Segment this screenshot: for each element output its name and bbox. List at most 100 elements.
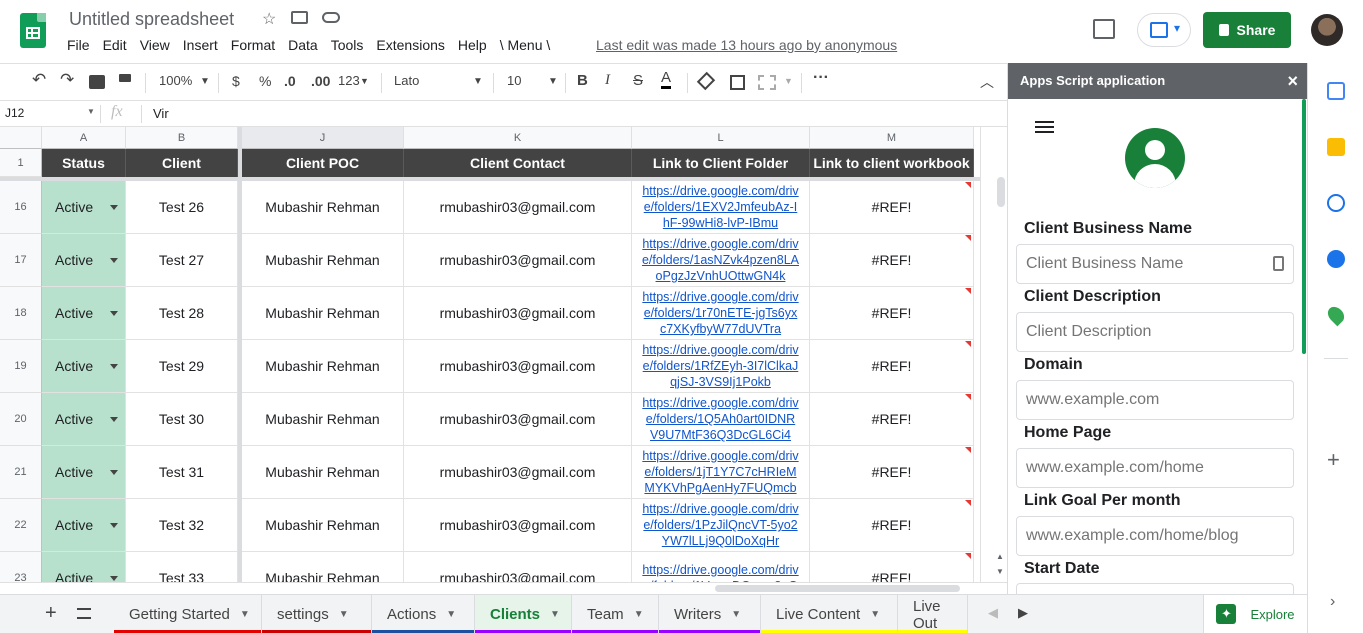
- tasks-icon[interactable]: [1327, 194, 1345, 212]
- error-indicator-icon[interactable]: [965, 288, 971, 294]
- font-family-select[interactable]: Lato: [394, 73, 419, 88]
- contacts-icon[interactable]: [1327, 250, 1345, 268]
- error-indicator-icon[interactable]: [965, 394, 971, 400]
- comment-history-icon[interactable]: [1093, 19, 1115, 39]
- domain-input[interactable]: [1016, 380, 1294, 420]
- chevron-down-icon[interactable]: ▼: [784, 76, 793, 86]
- vertical-scrollbar[interactable]: ▲ ▼: [980, 127, 1007, 582]
- decrease-decimal-button[interactable]: .0: [284, 73, 296, 89]
- client-workbook-cell[interactable]: #REF!: [810, 446, 974, 499]
- menu-data[interactable]: Data: [288, 37, 318, 53]
- row-header[interactable]: 1: [0, 149, 42, 177]
- error-indicator-icon[interactable]: [965, 447, 971, 453]
- sheets-logo-icon[interactable]: [20, 13, 46, 48]
- column-header-m[interactable]: M: [810, 127, 974, 149]
- status-cell[interactable]: Active: [42, 393, 126, 446]
- client-cell[interactable]: Test 26: [126, 181, 238, 234]
- scroll-up-icon[interactable]: ▲: [996, 552, 1004, 561]
- fill-color-icon[interactable]: [696, 71, 716, 91]
- more-formats-button[interactable]: 123: [338, 73, 360, 88]
- client-business-name-input[interactable]: [1016, 244, 1294, 284]
- row-header[interactable]: 17: [0, 234, 42, 287]
- sheet-tab[interactable]: Team ▼: [572, 595, 659, 633]
- dropdown-arrow-icon[interactable]: [110, 364, 118, 369]
- chevron-down-icon[interactable]: ▼: [200, 76, 210, 87]
- header-link-client-workbook[interactable]: Link to client workbook: [810, 149, 974, 177]
- paint-format-icon[interactable]: [119, 74, 131, 82]
- header-client-poc[interactable]: Client POC: [242, 149, 404, 177]
- client-contact-cell[interactable]: rmubashir03@gmail.com: [404, 287, 632, 340]
- add-sheet-icon[interactable]: +: [45, 602, 57, 625]
- chevron-down-icon[interactable]: ▼: [473, 76, 483, 87]
- menu-help[interactable]: Help: [458, 37, 487, 53]
- header-client-contact[interactable]: Client Contact: [404, 149, 632, 177]
- client-contact-cell[interactable]: rmubashir03@gmail.com: [404, 393, 632, 446]
- chevron-down-icon[interactable]: ▼: [550, 609, 560, 620]
- sidebar-scrollbar[interactable]: [1302, 99, 1306, 354]
- keep-icon[interactable]: [1327, 138, 1345, 156]
- error-indicator-icon[interactable]: [965, 235, 971, 241]
- row-header[interactable]: 23: [0, 552, 42, 582]
- client-cell[interactable]: Test 29: [126, 340, 238, 393]
- account-avatar[interactable]: [1311, 14, 1343, 46]
- menu-format[interactable]: Format: [231, 37, 275, 53]
- name-box[interactable]: J12: [5, 106, 24, 120]
- dropdown-arrow-icon[interactable]: [110, 311, 118, 316]
- sheet-tab[interactable]: Live Out: [898, 595, 968, 633]
- borders-icon[interactable]: [730, 75, 745, 90]
- select-all-corner[interactable]: [0, 127, 42, 149]
- redo-icon[interactable]: ↷: [60, 70, 74, 90]
- client-poc-cell[interactable]: Mubashir Rehman: [242, 393, 404, 446]
- client-workbook-cell[interactable]: #REF!: [810, 340, 974, 393]
- client-poc-cell[interactable]: Mubashir Rehman: [242, 499, 404, 552]
- row-header[interactable]: 22: [0, 499, 42, 552]
- header-client[interactable]: Client: [126, 149, 238, 177]
- chevron-down-icon[interactable]: ▼: [339, 609, 349, 620]
- zoom-select[interactable]: 100%: [159, 73, 192, 88]
- status-cell[interactable]: Active: [42, 446, 126, 499]
- error-indicator-icon[interactable]: [965, 341, 971, 347]
- spreadsheet-grid[interactable]: A B J K L M 1 Status Client Client POC C…: [0, 127, 980, 582]
- client-folder-link[interactable]: https://drive.google.com/driv e/folders/…: [632, 552, 810, 582]
- client-workbook-cell[interactable]: #REF!: [810, 287, 974, 340]
- chevron-down-icon[interactable]: ▼: [360, 76, 369, 86]
- client-contact-cell[interactable]: rmubashir03@gmail.com: [404, 499, 632, 552]
- chevron-down-icon[interactable]: ▼: [87, 107, 95, 116]
- menu-file[interactable]: File: [67, 37, 90, 53]
- error-indicator-icon[interactable]: [965, 182, 971, 188]
- calendar-icon[interactable]: [1327, 82, 1345, 100]
- menu-custom[interactable]: \ Menu \: [500, 37, 551, 53]
- chevron-down-icon[interactable]: ▼: [634, 609, 644, 620]
- frozen-column-divider[interactable]: [238, 127, 242, 582]
- client-description-input[interactable]: [1016, 312, 1294, 352]
- client-cell[interactable]: Test 30: [126, 393, 238, 446]
- client-poc-cell[interactable]: Mubashir Rehman: [242, 446, 404, 499]
- client-contact-cell[interactable]: rmubashir03@gmail.com: [404, 446, 632, 499]
- client-cell[interactable]: Test 33: [126, 552, 238, 582]
- client-contact-cell[interactable]: rmubashir03@gmail.com: [404, 552, 632, 582]
- column-header-k[interactable]: K: [404, 127, 632, 149]
- status-cell[interactable]: Active: [42, 181, 126, 234]
- all-sheets-icon[interactable]: [77, 608, 91, 619]
- hamburger-menu-icon[interactable]: [1035, 121, 1054, 133]
- sheet-tab[interactable]: Actions ▼: [372, 595, 475, 633]
- menu-tools[interactable]: Tools: [331, 37, 364, 53]
- client-poc-cell[interactable]: Mubashir Rehman: [242, 287, 404, 340]
- client-poc-cell[interactable]: Mubashir Rehman: [242, 234, 404, 287]
- italic-button[interactable]: I: [605, 72, 610, 89]
- explore-button[interactable]: ✦ Explore: [1203, 594, 1307, 633]
- chevron-down-icon[interactable]: ▼: [240, 609, 250, 620]
- client-poc-cell[interactable]: Mubashir Rehman: [242, 181, 404, 234]
- sheet-tab[interactable]: settings ▼: [262, 595, 372, 633]
- merge-cells-icon[interactable]: [758, 75, 776, 90]
- client-contact-cell[interactable]: rmubashir03@gmail.com: [404, 234, 632, 287]
- scroll-tabs-right-icon[interactable]: ▶: [1018, 605, 1028, 621]
- dropdown-arrow-icon[interactable]: [110, 470, 118, 475]
- horizontal-scrollbar[interactable]: [0, 582, 1007, 594]
- header-link-client-folder[interactable]: Link to Client Folder: [632, 149, 810, 177]
- chevron-down-icon[interactable]: ▼: [731, 609, 741, 620]
- column-header-l[interactable]: L: [632, 127, 810, 149]
- sheet-tab[interactable]: Getting Started ▼: [114, 595, 262, 633]
- error-indicator-icon[interactable]: [965, 553, 971, 559]
- present-button[interactable]: ▾: [1137, 13, 1191, 47]
